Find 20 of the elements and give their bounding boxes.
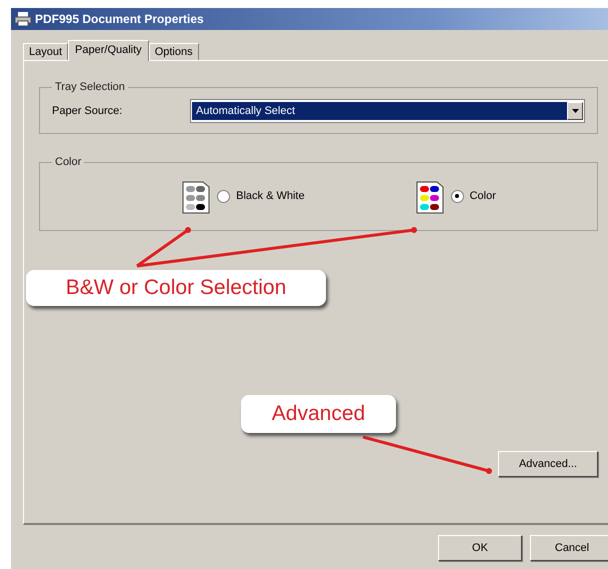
caret-icon bbox=[572, 109, 578, 113]
ok-button[interactable]: OK bbox=[438, 535, 522, 561]
dropdown-button[interactable] bbox=[567, 102, 583, 120]
paper-source-dropdown[interactable]: Automatically Select bbox=[190, 99, 585, 123]
field-label: Paper Source: bbox=[52, 105, 124, 117]
group-label: Tray Selection bbox=[54, 81, 126, 93]
cancel-button[interactable]: Cancel bbox=[530, 535, 608, 561]
annotation-callout: B&W or Color Selection bbox=[26, 270, 326, 306]
tab[interactable]: Layout bbox=[23, 43, 68, 60]
window-title: PDF995 Document Properties bbox=[35, 12, 204, 26]
tab[interactable]: Options bbox=[148, 43, 199, 60]
radio-label[interactable]: Color bbox=[470, 190, 496, 202]
radio-button[interactable] bbox=[217, 190, 230, 202]
radio-button[interactable] bbox=[450, 190, 464, 202]
annotation-callout: Advanced bbox=[241, 395, 396, 433]
advanced-button[interactable]: Advanced... bbox=[498, 451, 598, 477]
radio-label[interactable]: Black & White bbox=[236, 190, 305, 202]
tab[interactable]: Paper/Quality bbox=[68, 40, 149, 61]
printer-icon bbox=[15, 12, 31, 26]
group-label: Color bbox=[54, 156, 82, 168]
